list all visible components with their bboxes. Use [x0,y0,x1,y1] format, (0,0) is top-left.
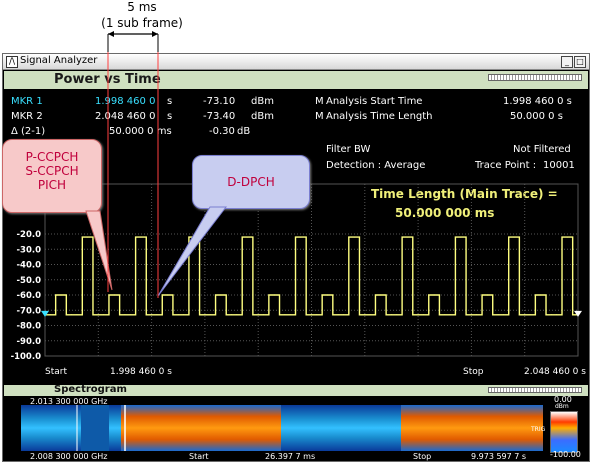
callout-pointers [85,52,228,298]
